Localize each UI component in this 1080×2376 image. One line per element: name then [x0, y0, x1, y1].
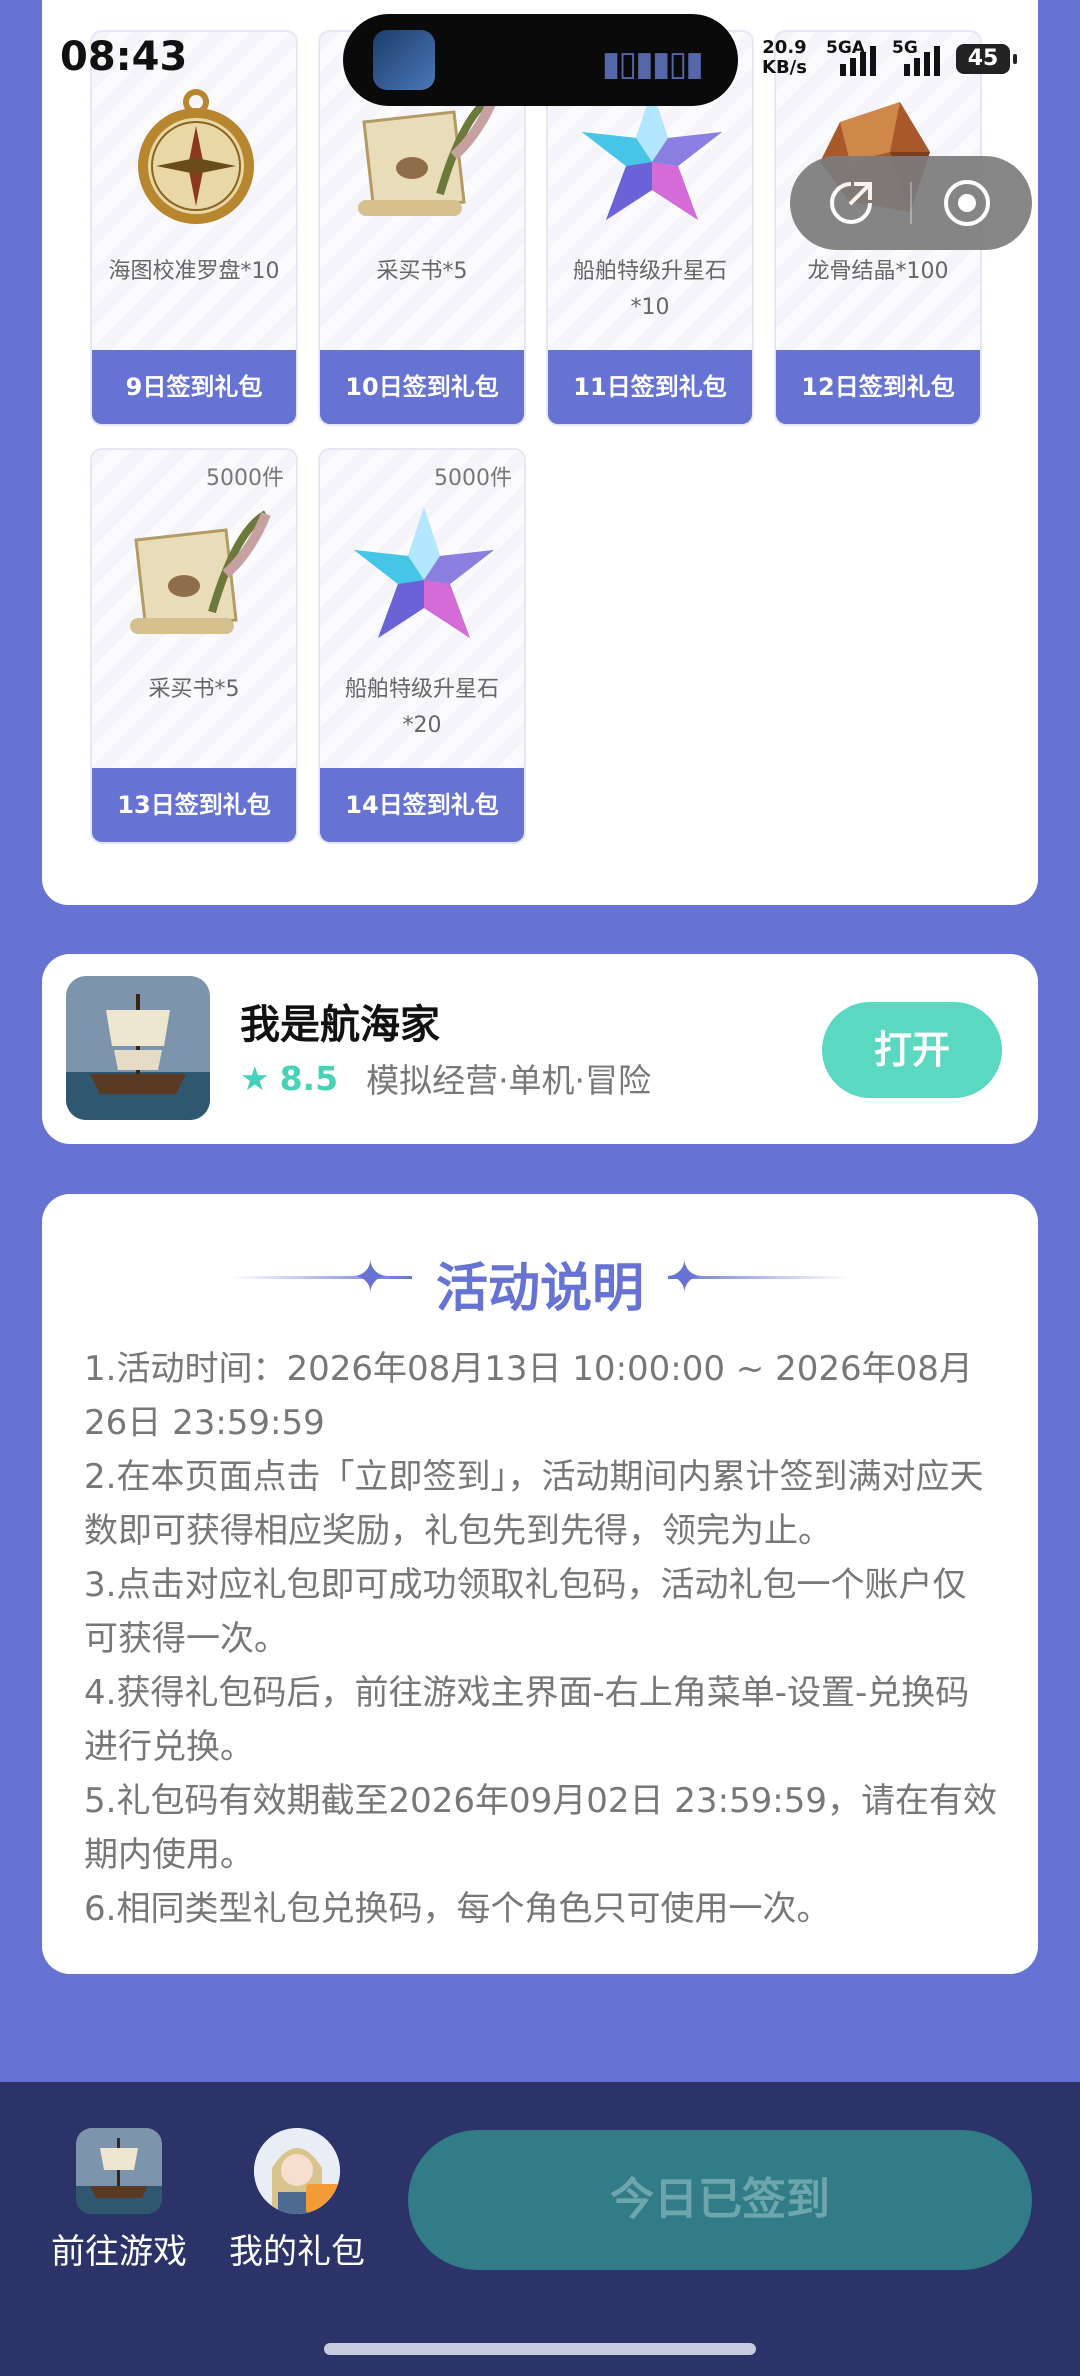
gift-claim-button[interactable]: 13日签到礼包	[92, 768, 296, 842]
gift-name: 海图校准罗盘*10	[108, 259, 280, 284]
star-icon: ★	[240, 1058, 270, 1098]
share-icon[interactable]	[824, 176, 878, 230]
activity-title: 活动说明	[435, 1259, 644, 1319]
gift-claim-button[interactable]: 10日签到礼包	[320, 350, 524, 424]
capsule-controls	[790, 156, 1032, 250]
gift-name: 采买书*5	[376, 259, 468, 284]
gift-name: 船舶特级升星石*10	[572, 259, 727, 320]
open-game-button[interactable]: 打开	[822, 1002, 1002, 1098]
title-line-right	[668, 1276, 848, 1279]
gift-claim-button[interactable]: 9日签到礼包	[92, 350, 296, 424]
game-card: 我是航海家 ★ 8.5 模拟经营·单机·冒险 打开	[42, 954, 1038, 1144]
bottom-bar: 前往游戏 我的礼包 今日已签到	[0, 2082, 1080, 2376]
signal-bars-icon	[840, 40, 876, 76]
signed-today-button[interactable]: 今日已签到	[408, 2130, 1032, 2270]
crystal-star-icon	[344, 500, 504, 660]
goto-game-button[interactable]: 前往游戏	[34, 2128, 204, 2273]
signal-bars-icon	[904, 40, 940, 76]
gift-card[interactable]: 5000件采买书*5 13日签到礼包	[90, 448, 298, 844]
gift-name: 采买书*5	[148, 677, 240, 702]
gift-icon	[306, 2184, 340, 2214]
my-gifts-label: 我的礼包	[229, 2232, 365, 2272]
gift-name: 龙骨结晶*100	[807, 259, 949, 284]
dynamic-island[interactable]: ▮▯▮▮▯▮	[343, 14, 738, 106]
gift-card[interactable]: 5000件船舶特级升星石*20 14日签到礼包	[318, 448, 526, 844]
rule-item: 2.在本页面点击「立即签到」，活动期间内累计签到满对应天数即可获得相应奖励，礼包…	[84, 1457, 984, 1551]
game-icon[interactable]	[66, 976, 210, 1120]
rule-item: 3.点击对应礼包即可成功领取礼包码，活动礼包一个账户仅可获得一次。	[84, 1565, 967, 1659]
my-gifts-button[interactable]: 我的礼包	[212, 2128, 382, 2273]
clock: 08:43	[60, 34, 188, 80]
gift-claim-button[interactable]: 11日签到礼包	[548, 350, 752, 424]
gift-name: 船舶特级升星石*20	[344, 677, 499, 738]
avatar	[254, 2128, 340, 2214]
game-tags: 模拟经营·单机·冒险	[366, 1061, 652, 1100]
media-thumbnail	[373, 30, 435, 90]
rule-item: 1.活动时间：2026年08月13日 10:00:00 ~ 2026年08月26…	[84, 1349, 973, 1443]
gift-claim-button[interactable]: 14日签到礼包	[320, 768, 524, 842]
battery-icon: 45	[956, 44, 1017, 74]
game-meta: ★ 8.5 模拟经营·单机·冒险	[240, 1054, 651, 1102]
game-name: 我是航海家	[240, 1002, 440, 1048]
rule-item: 6.相同类型礼包兑换码，每个角色只可使用一次。	[84, 1889, 831, 1929]
scroll-quill-icon	[116, 500, 276, 660]
rule-item: 4.获得礼包码后，前往游戏主界面-右上角菜单-设置-兑换码进行兑换。	[84, 1673, 970, 1767]
activity-rules: 1.活动时间：2026年08月13日 10:00:00 ~ 2026年08月26…	[84, 1342, 998, 1936]
status-bar: 08:43 ▮▯▮▮▯▮ 20.9 KB/s 5GA 5G 45	[0, 0, 1080, 120]
gift-claim-button[interactable]: 12日签到礼包	[776, 350, 980, 424]
rule-item: 5.礼包码有效期截至2026年09月02日 23:59:59，请在有效期内使用。	[84, 1781, 998, 1875]
audio-wave-icon: ▮▯▮▮▯▮	[601, 44, 704, 84]
game-rating: 8.5	[279, 1058, 339, 1098]
divider	[910, 182, 912, 224]
activity-card: ✦ 活动说明 ✦ 1.活动时间：2026年08月13日 10:00:00 ~ 2…	[42, 1194, 1038, 1974]
stock-count: 5000件	[206, 466, 284, 491]
network-speed: 20.9 KB/s	[762, 37, 807, 78]
close-miniapp-icon[interactable]	[940, 176, 994, 230]
game-thumbnail-icon	[76, 2128, 162, 2214]
goto-game-label: 前往游戏	[51, 2232, 187, 2272]
stock-count: 5000件	[434, 466, 512, 491]
home-indicator[interactable]	[324, 2343, 756, 2355]
